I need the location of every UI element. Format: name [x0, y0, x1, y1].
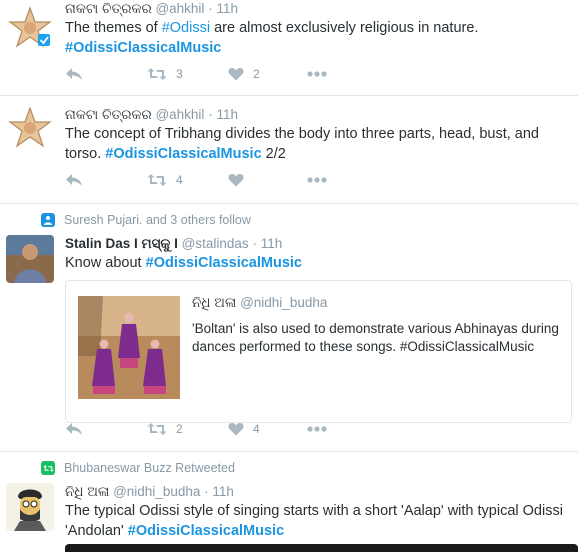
- tweet-text: The concept of Tribhang divides the body…: [65, 124, 570, 164]
- display-name[interactable]: ନାକଟା ଚିତ୍ରକର: [65, 107, 152, 122]
- username[interactable]: @ahkhil: [155, 1, 204, 16]
- retweet-button[interactable]: 3: [147, 64, 183, 84]
- tweet-text-part: are almost exclusively religious in natu…: [210, 20, 479, 36]
- reply-button[interactable]: [65, 64, 83, 84]
- hashtag-link[interactable]: #OdissiClassicalMusic: [146, 255, 302, 271]
- dancers-photo-icon: [78, 296, 180, 399]
- retweet-count: 3: [176, 67, 183, 81]
- timestamp[interactable]: 11h: [216, 107, 238, 122]
- tweet[interactable]: ନାକଟା ଚିତ୍ରକର @ahkhil · 11h The themes o…: [0, 0, 578, 96]
- heart-icon: [228, 68, 244, 81]
- social-context-text[interactable]: Bhubaneswar Buzz Retweeted: [64, 461, 235, 475]
- retweet-button[interactable]: 2: [147, 419, 183, 439]
- avatar[interactable]: [6, 4, 54, 52]
- more-dots-icon: [307, 426, 327, 432]
- tweet-text: The typical Odissi style of singing star…: [65, 501, 570, 541]
- quoted-tweet-image[interactable]: [78, 296, 180, 399]
- timeline: ନାକଟା ଚିତ୍ରକର @ahkhil · 11h The themes o…: [0, 0, 578, 552]
- tweet-header: ନାକଟା ଚିତ୍ରକର @ahkhil · 11h: [65, 106, 570, 124]
- reply-icon: [66, 68, 82, 80]
- tweet-header: ନିଧି ଅଳା @nidhi_budha · 11h: [65, 483, 570, 501]
- username[interactable]: @stalindas: [182, 236, 249, 251]
- display-name[interactable]: ନିଧି ଅଳା: [65, 484, 109, 499]
- retweet-count: 2: [176, 422, 183, 436]
- tweet-text-part: The typical Odissi style of singing star…: [65, 503, 563, 519]
- more-dots-icon: [307, 177, 327, 183]
- like-count: 4: [253, 422, 260, 436]
- cartoon-avatar-icon: [6, 483, 54, 531]
- more-dots-icon: [307, 71, 327, 77]
- separator-dot: ·: [208, 1, 213, 16]
- social-context: Bhubaneswar Buzz Retweeted: [41, 461, 235, 475]
- avatar[interactable]: [6, 235, 54, 283]
- retweet-button[interactable]: 4: [147, 170, 183, 190]
- username[interactable]: @ahkhil: [155, 107, 204, 122]
- like-button[interactable]: [228, 170, 253, 190]
- more-button[interactable]: [307, 419, 327, 439]
- heart-icon: [228, 174, 244, 187]
- avatar[interactable]: [6, 104, 54, 152]
- like-button[interactable]: 2: [228, 64, 260, 84]
- tweet[interactable]: ନାକଟା ଚିତ୍ରକର @ahkhil · 11h The concept …: [0, 96, 578, 204]
- like-count: 2: [253, 67, 260, 81]
- tweet-text-part: The themes of: [65, 20, 162, 36]
- avatar[interactable]: [6, 483, 54, 531]
- quoted-tweet[interactable]: ନିଧି ଅଳା @nidhi_budha 'Boltan' is also u…: [65, 280, 572, 423]
- hashtag-link[interactable]: #Odissi: [162, 20, 210, 36]
- quoted-username[interactable]: @nidhi_budha: [240, 295, 327, 310]
- quoted-display-name[interactable]: ନିଧି ଅଳା: [192, 295, 236, 310]
- display-name[interactable]: ନାକଟା ଚିତ୍ରକର: [65, 1, 152, 16]
- tweet-text-part: 'Andolan': [65, 523, 128, 539]
- display-name[interactable]: Stalin Das I ମସ୍କୁ I: [65, 236, 178, 251]
- quoted-tweet-body: ନିଧି ଅଳା @nidhi_budha 'Boltan' is also u…: [192, 294, 561, 356]
- timestamp[interactable]: 11h: [212, 484, 234, 499]
- separator-dot: ·: [204, 484, 209, 499]
- social-context: Suresh Pujari. and 3 others follow: [41, 213, 251, 227]
- tweet-header: Stalin Das I ମସ୍କୁ I @stalindas · 11h: [65, 235, 570, 253]
- person-photo-avatar-icon: [6, 235, 54, 283]
- social-context-text[interactable]: Suresh Pujari. and 3 others follow: [64, 213, 251, 227]
- tweet[interactable]: Bhubaneswar Buzz Retweeted ନିଧି ଅଳା @nid…: [0, 452, 578, 552]
- tweet[interactable]: Suresh Pujari. and 3 others follow Stali…: [0, 204, 578, 452]
- separator-dot: ·: [208, 107, 213, 122]
- tweet-text: Know about #OdissiClassicalMusic: [65, 253, 570, 273]
- hashtag-link[interactable]: #OdissiClassicalMusic: [128, 523, 284, 539]
- quoted-tweet-text: 'Boltan' is also used to demonstrate var…: [192, 321, 559, 354]
- retweet-icon: [147, 174, 167, 186]
- like-button[interactable]: 4: [228, 419, 260, 439]
- more-button[interactable]: [307, 170, 327, 190]
- tweet-text-part: Know about: [65, 255, 146, 271]
- hashtag-link[interactable]: #OdissiClassicalMusic: [65, 40, 221, 56]
- retweet-icon: [147, 423, 167, 435]
- quoted-tweet-header: ନିଧି ଅଳା @nidhi_budha: [192, 294, 561, 312]
- more-button[interactable]: [307, 64, 327, 84]
- tweet-text-part: 2/2: [261, 146, 286, 162]
- heart-icon: [228, 423, 244, 436]
- tweet-header: ନାକଟା ଚିତ୍ରକର @ahkhil · 11h: [65, 0, 570, 18]
- tweet-text: The themes of #Odissi are almost exclusi…: [65, 18, 570, 58]
- reply-button[interactable]: [65, 170, 83, 190]
- hand-star-avatar-icon: [6, 104, 54, 152]
- reply-icon: [66, 174, 82, 186]
- follow-context-icon: [41, 213, 55, 227]
- retweet-icon: [147, 68, 167, 80]
- timestamp[interactable]: 11h: [261, 236, 283, 251]
- tweet-text-part: The concept of Tribhang divides the body…: [65, 126, 539, 142]
- tweet-media-preview[interactable]: [65, 544, 578, 552]
- reply-icon: [66, 423, 82, 435]
- timestamp[interactable]: 11h: [216, 1, 238, 16]
- separator-dot: ·: [252, 236, 257, 251]
- retweet-count: 4: [176, 173, 183, 187]
- username[interactable]: @nidhi_budha: [113, 484, 200, 499]
- reply-button[interactable]: [65, 419, 83, 439]
- retweet-context-icon: [41, 461, 55, 475]
- hand-star-avatar-icon: [6, 4, 54, 52]
- hashtag-link[interactable]: #OdissiClassicalMusic: [105, 146, 261, 162]
- tweet-text-part: torso.: [65, 146, 106, 162]
